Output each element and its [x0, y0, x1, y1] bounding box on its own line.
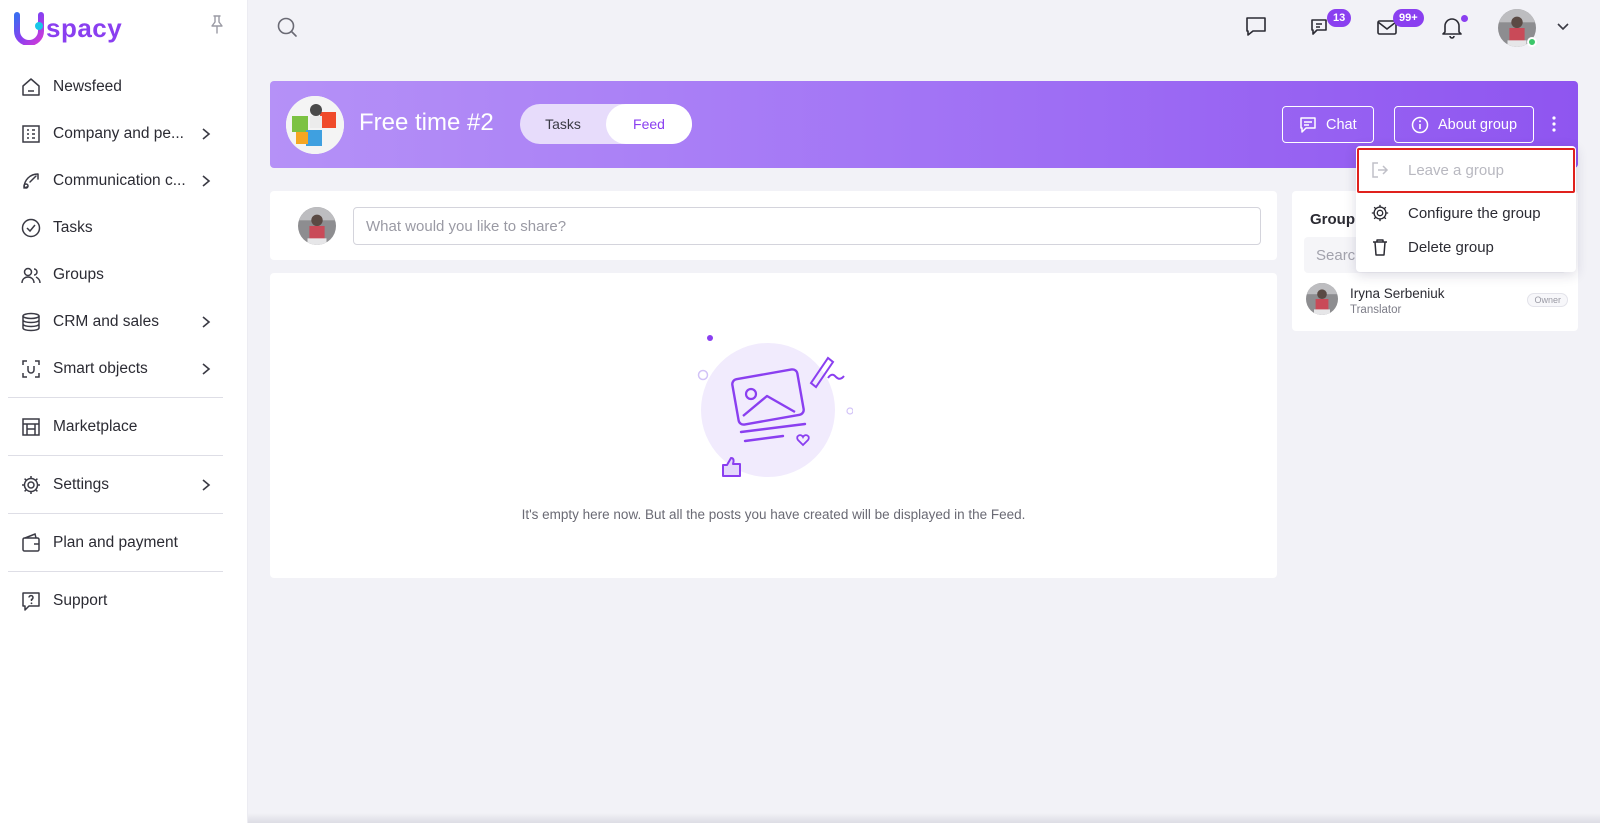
- search-icon[interactable]: [276, 16, 298, 38]
- chevron-right-icon: [202, 174, 211, 187]
- sidebar: spacy Newsfeed Company and pe... Communi…: [0, 0, 248, 823]
- building-icon: [22, 124, 40, 143]
- chevron-right-icon: [202, 362, 211, 375]
- menu-item-delete-group[interactable]: Delete group: [1356, 230, 1576, 264]
- info-icon: [1411, 116, 1429, 133]
- sidebar-item-label: Company and pe...: [53, 124, 184, 142]
- menu-item-configure-group[interactable]: Configure the group: [1356, 196, 1576, 230]
- sidebar-item-settings[interactable]: Settings: [8, 461, 223, 508]
- users-icon: [21, 267, 41, 283]
- tab-tasks[interactable]: Tasks: [520, 104, 606, 144]
- sidebar-item-marketplace[interactable]: Marketplace: [8, 403, 223, 450]
- sidebar-item-plan[interactable]: Plan and payment: [8, 519, 223, 566]
- logo[interactable]: spacy: [14, 10, 122, 46]
- sidebar-item-label: Newsfeed: [53, 77, 122, 95]
- mail-badge: 99+: [1393, 9, 1424, 27]
- pin-icon[interactable]: [208, 14, 226, 34]
- tab-feed[interactable]: Feed: [606, 104, 692, 144]
- member-avatar: [1306, 283, 1338, 315]
- sidebar-item-label: Settings: [53, 475, 110, 493]
- chat-button[interactable]: Chat: [1282, 106, 1374, 143]
- sidebar-item-label: Communication c...: [53, 171, 186, 189]
- logo-text: spacy: [46, 12, 123, 43]
- chevron-right-icon: [202, 127, 211, 140]
- divider: [8, 571, 223, 572]
- check-circle-icon: [21, 218, 41, 237]
- composer-avatar: [298, 207, 336, 245]
- divider: [8, 513, 223, 514]
- more-icon[interactable]: [1544, 113, 1564, 135]
- sidebar-item-label: Groups: [53, 265, 104, 283]
- post-composer: [270, 191, 1277, 260]
- owner-badge: Owner: [1527, 293, 1568, 307]
- share-input[interactable]: [353, 207, 1261, 245]
- store-icon: [22, 417, 40, 436]
- sidebar-item-communication[interactable]: Communication c...: [8, 157, 223, 204]
- sidebar-item-crm[interactable]: CRM and sales: [8, 298, 223, 345]
- bottom-shadow: [248, 813, 1600, 823]
- menu-item-label: Configure the group: [1408, 204, 1541, 222]
- sidebar-item-label: CRM and sales: [53, 312, 159, 330]
- online-status-dot: [1527, 37, 1537, 47]
- home-icon: [22, 77, 40, 96]
- communication-icon: [23, 172, 39, 189]
- chevron-right-icon: [202, 315, 211, 328]
- sidebar-item-label: Marketplace: [53, 417, 138, 435]
- divider: [8, 397, 223, 398]
- about-group-button[interactable]: About group: [1394, 106, 1535, 143]
- help-icon: [22, 591, 40, 611]
- member-row[interactable]: Iryna Serbeniuk Translator Owner: [1306, 283, 1568, 319]
- member-role: Translator: [1350, 304, 1402, 316]
- chevron-right-icon: [202, 478, 211, 491]
- feed-panel: It's empty here now. But all the posts y…: [270, 273, 1277, 578]
- sidebar-nav: Newsfeed Company and pe... Communication…: [8, 63, 223, 624]
- sidebar-item-label: Plan and payment: [53, 533, 178, 551]
- sidebar-item-newsfeed[interactable]: Newsfeed: [8, 63, 223, 110]
- about-group-button-label: About group: [1438, 116, 1518, 133]
- divider: [8, 455, 223, 456]
- view-switch: Tasks Feed: [520, 104, 692, 144]
- highlight-box: [1357, 148, 1575, 193]
- sidebar-item-groups[interactable]: Groups: [8, 251, 223, 298]
- members-title: Group: [1310, 211, 1355, 228]
- sidebar-item-label: Tasks: [53, 218, 93, 236]
- menu-item-label: Delete group: [1408, 238, 1494, 256]
- sidebar-item-smart-objects[interactable]: Smart objects: [8, 345, 223, 392]
- sidebar-item-support[interactable]: Support: [8, 577, 223, 624]
- gear-icon: [22, 475, 40, 494]
- chat-icon: [1300, 116, 1316, 133]
- trash-icon: [1373, 239, 1387, 256]
- sidebar-item-company[interactable]: Company and pe...: [8, 110, 223, 157]
- database-icon: [22, 312, 40, 331]
- notification-dot: [1461, 15, 1468, 22]
- gear-icon: [1371, 204, 1389, 222]
- member-name: Iryna Serbeniuk: [1350, 286, 1445, 301]
- empty-feed-text: It's empty here now. But all the posts y…: [521, 507, 1026, 522]
- empty-feed-illustration: [697, 335, 853, 477]
- message-icon[interactable]: [1243, 14, 1269, 40]
- group-title: Free time #2: [359, 109, 494, 136]
- chats-badge: 13: [1327, 9, 1352, 27]
- sidebar-item-label: Support: [53, 591, 108, 609]
- logo-icon: [14, 12, 44, 45]
- wallet-icon: [22, 532, 40, 552]
- scan-icon: [22, 359, 40, 378]
- group-avatar: [286, 96, 344, 154]
- sidebar-item-tasks[interactable]: Tasks: [8, 204, 223, 251]
- sidebar-item-label: Smart objects: [53, 359, 148, 377]
- chat-button-label: Chat: [1326, 116, 1357, 133]
- chevron-down-icon[interactable]: [1556, 20, 1570, 34]
